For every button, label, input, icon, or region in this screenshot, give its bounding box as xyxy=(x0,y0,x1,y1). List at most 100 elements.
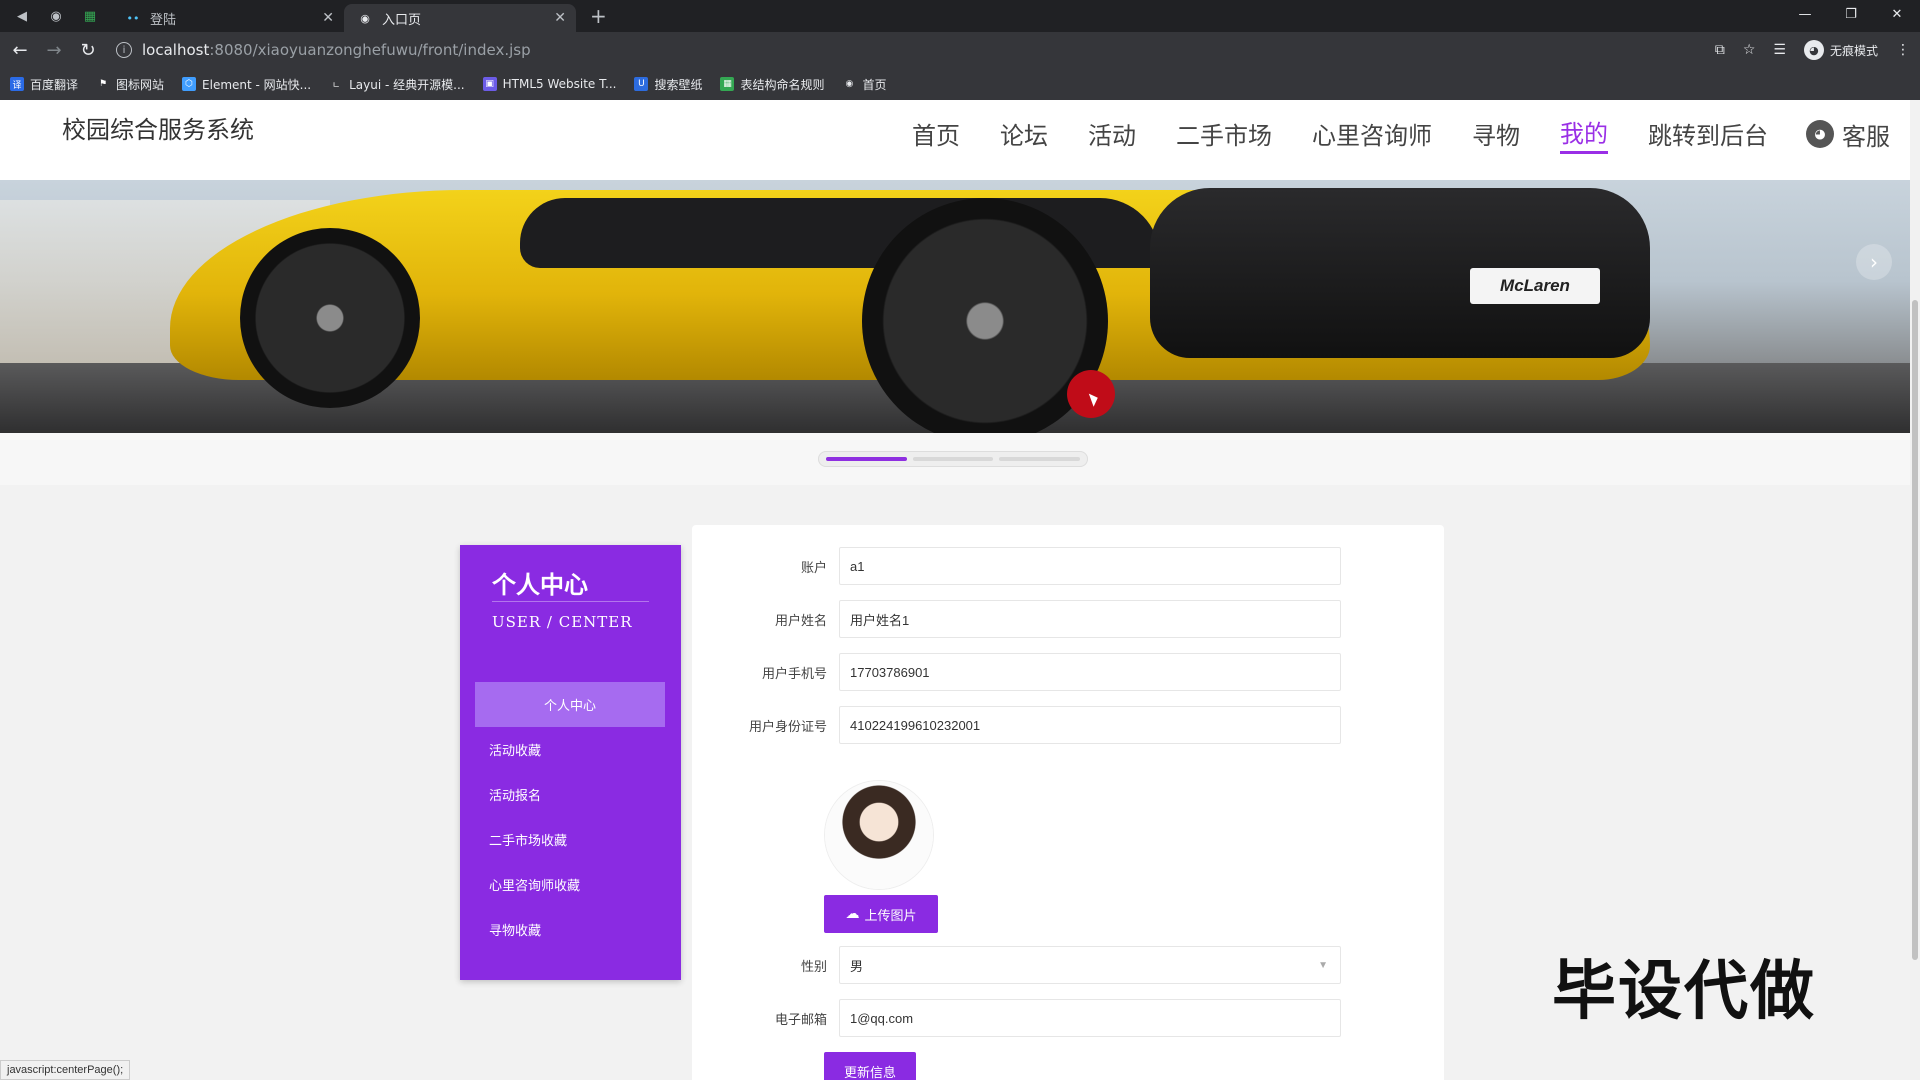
browser-tab-entry[interactable]: ◉ 入口页 ✕ xyxy=(344,4,576,32)
bookmark-item[interactable]: U 搜索壁纸 xyxy=(634,76,702,93)
close-icon[interactable]: ✕ xyxy=(322,10,334,26)
status-link-tooltip: javascript:centerPage(); xyxy=(0,1060,131,1080)
avatar xyxy=(825,781,933,889)
window-controls: — ❐ ✕ xyxy=(1782,0,1920,28)
globe-icon: ◉ xyxy=(845,79,854,89)
form-row-email: 电子邮箱 1@qq.com xyxy=(692,999,1341,1037)
sidebar-item-activity-favorites[interactable]: 活动收藏 xyxy=(475,727,665,772)
update-info-button[interactable]: 更新信息 xyxy=(824,1052,916,1080)
carousel-next-icon[interactable]: › xyxy=(1856,244,1892,280)
nav-activity[interactable]: 活动 xyxy=(1088,116,1136,153)
bookmark-item[interactable]: ⬡ Element - 网站快... xyxy=(182,76,311,93)
bookmark-item[interactable]: ◉ 首页 xyxy=(842,76,887,93)
nav-lost-found[interactable]: 寻物 xyxy=(1472,116,1520,153)
nav-forum[interactable]: 论坛 xyxy=(1000,116,1048,153)
sidebar-item-lost-found-favorites[interactable]: 寻物收藏 xyxy=(475,907,665,952)
browser-tab-bar: ◀ ◉ ▦ •• 登陆 ✕ ◉ 入口页 ✕ + — ❐ ✕ xyxy=(0,0,1920,32)
translate-icon[interactable]: ⧉ xyxy=(1715,42,1725,58)
username-input[interactable]: 用户姓名1 xyxy=(839,600,1341,638)
bookmarks-bar: 译百度翻译 ⚑ 图标网站 ⬡ Element - 网站快... ㄴ Layui - 经… xyxy=(0,68,1920,100)
gender-select[interactable]: 男 ▼ xyxy=(839,946,1341,984)
reading-list-icon[interactable]: ☰ xyxy=(1773,42,1786,58)
carousel-indicator[interactable] xyxy=(912,457,994,461)
incognito-label: 无痕模式 xyxy=(1829,43,1878,58)
sidebar-item-profile[interactable]: 个人中心 xyxy=(475,682,665,727)
site-title: 校园综合服务系统 xyxy=(62,116,254,144)
form-row-id-number: 用户身份证号 410224199610232001 xyxy=(692,706,1341,744)
account-input[interactable]: a1 xyxy=(839,547,1341,585)
nav-admin[interactable]: 跳转到后台 xyxy=(1648,116,1768,153)
bookmark-item[interactable]: ▦ 表结构命名规则 xyxy=(720,76,824,93)
info-icon[interactable]: i xyxy=(116,42,132,58)
nav-home[interactable]: 首页 xyxy=(912,116,960,153)
sidebar-item-activity-signups[interactable]: 活动报名 xyxy=(475,772,665,817)
cloud-upload-icon: ☁ xyxy=(845,906,860,922)
user-center-sidebar: 个人中心 USER / CENTER 个人中心 活动收藏 活动报名 二手市场收藏… xyxy=(460,545,681,980)
car-front-wheel xyxy=(240,228,420,408)
bookmark-item[interactable]: ▣ HTML5 Website T... xyxy=(482,77,616,91)
customer-service-button[interactable]: ◕ 客服 xyxy=(1806,117,1890,152)
bookmark-item[interactable]: 译百度翻译 xyxy=(10,76,78,93)
mouse-cursor-highlight xyxy=(1067,370,1115,418)
profile-form-card: 账户 a1 用户姓名 用户姓名1 用户手机号 17703786901 用户身份证… xyxy=(692,525,1444,1080)
nav-mine[interactable]: 我的 xyxy=(1560,114,1608,154)
url-host: localhost xyxy=(142,41,210,59)
carousel-indicator-area xyxy=(0,433,1910,485)
tab-sheet-icon[interactable]: ▦ xyxy=(78,4,102,28)
carousel-indicators xyxy=(818,451,1088,467)
site-header: 校园综合服务系统 首页 论坛 活动 二手市场 心里咨询师 寻物 我的 跳转到后台… xyxy=(0,100,1910,180)
new-tab-icon[interactable]: + xyxy=(590,4,607,28)
sidebar-item-counselor-favorites[interactable]: 心里咨询师收藏 xyxy=(475,862,665,907)
phone-input[interactable]: 17703786901 xyxy=(839,653,1341,691)
forward-icon[interactable]: → xyxy=(40,36,68,64)
sidebar-menu: 个人中心 活动收藏 活动报名 二手市场收藏 心里咨询师收藏 寻物收藏 xyxy=(475,682,665,952)
id-number-input[interactable]: 410224199610232001 xyxy=(839,706,1341,744)
window-close-icon[interactable]: ✕ xyxy=(1874,0,1920,28)
tab-globe-icon[interactable]: ◉ xyxy=(44,4,68,28)
globe-icon: ◉ xyxy=(360,11,370,25)
nav-market[interactable]: 二手市场 xyxy=(1176,116,1272,153)
main-nav: 首页 论坛 活动 二手市场 心里咨询师 寻物 我的 跳转到后台 ◕ 客服 xyxy=(872,114,1890,154)
tab-audio-icon[interactable]: ◀ xyxy=(10,4,34,28)
reload-icon[interactable]: ↻ xyxy=(74,36,102,64)
car-plate: McLaren xyxy=(1470,268,1600,304)
close-icon[interactable]: ✕ xyxy=(554,10,566,26)
restore-icon[interactable]: ❐ xyxy=(1828,0,1874,28)
field-label: 账户 xyxy=(800,560,827,576)
minimize-icon[interactable]: — xyxy=(1782,0,1828,28)
carousel-indicator[interactable] xyxy=(999,457,1081,461)
html5-icon: ▣ xyxy=(482,77,497,91)
tab-dots-icon: •• xyxy=(126,11,140,25)
page-scrollbar[interactable] xyxy=(1910,180,1920,1080)
address-bar-row: ← → ↻ i localhost :8080/xiaoyuanzonghefu… xyxy=(0,32,1920,68)
sidebar-divider xyxy=(492,601,649,602)
scrollbar-thumb[interactable] xyxy=(1912,300,1918,960)
bookmark-item[interactable]: ㄴ Layui - 经典开源模... xyxy=(329,76,465,93)
url-field[interactable]: i localhost :8080/xiaoyuanzonghefuwu/fro… xyxy=(112,36,1672,64)
wallpaper-icon: U xyxy=(634,77,649,91)
incognito-badge[interactable]: ◕ 无痕模式 xyxy=(1803,40,1878,60)
sheet-icon: ▦ xyxy=(720,77,735,91)
banner-carousel[interactable]: McLaren › xyxy=(0,180,1910,433)
tab-title: 登陆 xyxy=(150,12,177,28)
nav-counselor[interactable]: 心里咨询师 xyxy=(1312,116,1432,153)
url-path: :8080/xiaoyuanzonghefuwu/front/index.jsp xyxy=(209,41,531,59)
field-label: 性别 xyxy=(800,959,827,975)
star-icon[interactable]: ☆ xyxy=(1743,42,1756,58)
upload-image-button[interactable]: ☁ 上传图片 xyxy=(824,895,938,933)
chevron-down-icon: ▼ xyxy=(1318,959,1328,971)
sidebar-item-market-favorites[interactable]: 二手市场收藏 xyxy=(475,817,665,862)
field-label: 用户手机号 xyxy=(761,666,827,682)
back-icon[interactable]: ← xyxy=(6,36,34,64)
menu-kebab-icon[interactable]: ⋮ xyxy=(1896,42,1910,58)
carousel-indicator[interactable] xyxy=(826,457,907,461)
layui-icon: ㄴ xyxy=(331,80,341,91)
email-input[interactable]: 1@qq.com xyxy=(839,999,1341,1037)
incognito-icon: ◕ xyxy=(1803,40,1824,60)
browser-tab-login[interactable]: •• 登陆 ✕ xyxy=(112,4,344,32)
translate-bookmark-icon: 译 xyxy=(10,77,24,91)
form-row-username: 用户姓名 用户姓名1 xyxy=(692,600,1341,638)
bookmark-item[interactable]: ⚑ 图标网站 xyxy=(96,76,164,93)
form-row-phone: 用户手机号 17703786901 xyxy=(692,653,1341,691)
flag-icon: ⚑ xyxy=(98,79,108,89)
